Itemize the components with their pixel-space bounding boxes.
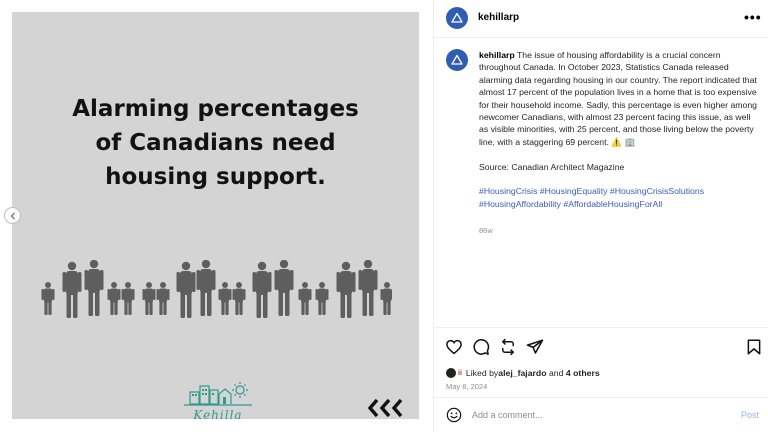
liked-others-link[interactable]: 4 others: [566, 368, 600, 378]
caption-author-avatar[interactable]: [446, 49, 468, 71]
caption-username[interactable]: kehillarp: [479, 50, 515, 60]
caption-section: kehillarp The issue of housing affordabi…: [434, 39, 768, 327]
headline-line-1: Alarming percentages: [72, 96, 359, 122]
share-icon[interactable]: [526, 338, 544, 356]
instagram-post-view: Alarming percentages of Canadians need h…: [0, 0, 768, 432]
comment-icon[interactable]: [472, 338, 490, 356]
liked-user-link[interactable]: alej_fajardo: [498, 368, 546, 378]
media-area: Alarming percentages of Canadians need h…: [0, 0, 433, 432]
caption-body: The issue of housing affordability is a …: [479, 50, 758, 147]
caption-source: Source: Canadian Architect Magazine: [479, 161, 625, 172]
post-headline: Alarming percentages of Canadians need h…: [12, 92, 419, 194]
liked-and: and: [546, 368, 566, 378]
headline-line-2: of Canadians need: [95, 130, 336, 156]
author-avatar[interactable]: [446, 7, 468, 29]
logo-text: Kehilla: [193, 408, 243, 419]
liker-badge: ii: [458, 369, 462, 377]
triple-chevron-left-icon: [368, 398, 403, 418]
liker-avatar[interactable]: [446, 368, 456, 378]
post-image[interactable]: Alarming percentages of Canadians need h…: [12, 12, 419, 419]
heart-icon[interactable]: [445, 338, 463, 356]
more-options-icon[interactable]: •••: [744, 9, 762, 25]
post-header: kehillarp •••: [434, 0, 768, 38]
post-comment-button[interactable]: Post: [741, 410, 759, 420]
post-side-panel: kehillarp ••• kehillarp The issue of hou…: [433, 0, 768, 432]
repost-icon[interactable]: [499, 338, 517, 356]
hashtag-link[interactable]: #AffordableHousingForAll: [563, 199, 662, 209]
caption-text: kehillarp The issue of housing affordabi…: [479, 49, 761, 210]
liked-prefix: Liked by: [465, 368, 499, 378]
comment-input[interactable]: [472, 408, 722, 422]
author-username[interactable]: kehillarp: [478, 12, 519, 23]
comment-bar: Post: [434, 397, 768, 432]
houses-sun-icon: [184, 382, 252, 406]
bookmark-icon[interactable]: [745, 338, 763, 356]
hashtag-link[interactable]: #HousingCrisis: [479, 186, 537, 196]
hashtags: #HousingCrisis #HousingEquality #Housing…: [479, 185, 761, 210]
hashtag-link[interactable]: #HousingCrisisSolutions: [610, 186, 704, 196]
liked-by: ii Liked by alej_fajardo and 4 others: [446, 366, 600, 380]
hashtag-link[interactable]: #HousingAffordability: [479, 199, 561, 209]
post-date: May 8, 2024: [446, 382, 488, 391]
hashtag-link[interactable]: #HousingEquality: [540, 186, 608, 196]
triangle-logo-icon: [451, 12, 463, 23]
kehilla-logo: Kehilla: [178, 380, 258, 419]
emoji-icon[interactable]: [446, 407, 462, 423]
family-silhouettes-icon: [41, 260, 392, 318]
headline-line-3: housing support.: [105, 164, 326, 190]
chevron-left-icon: [10, 212, 15, 219]
previous-image-button[interactable]: [4, 207, 21, 224]
triangle-logo-icon: [451, 54, 463, 65]
action-bar: ii Liked by alej_fajardo and 4 others Ma…: [434, 327, 768, 397]
caption-age: 86w: [479, 226, 493, 235]
